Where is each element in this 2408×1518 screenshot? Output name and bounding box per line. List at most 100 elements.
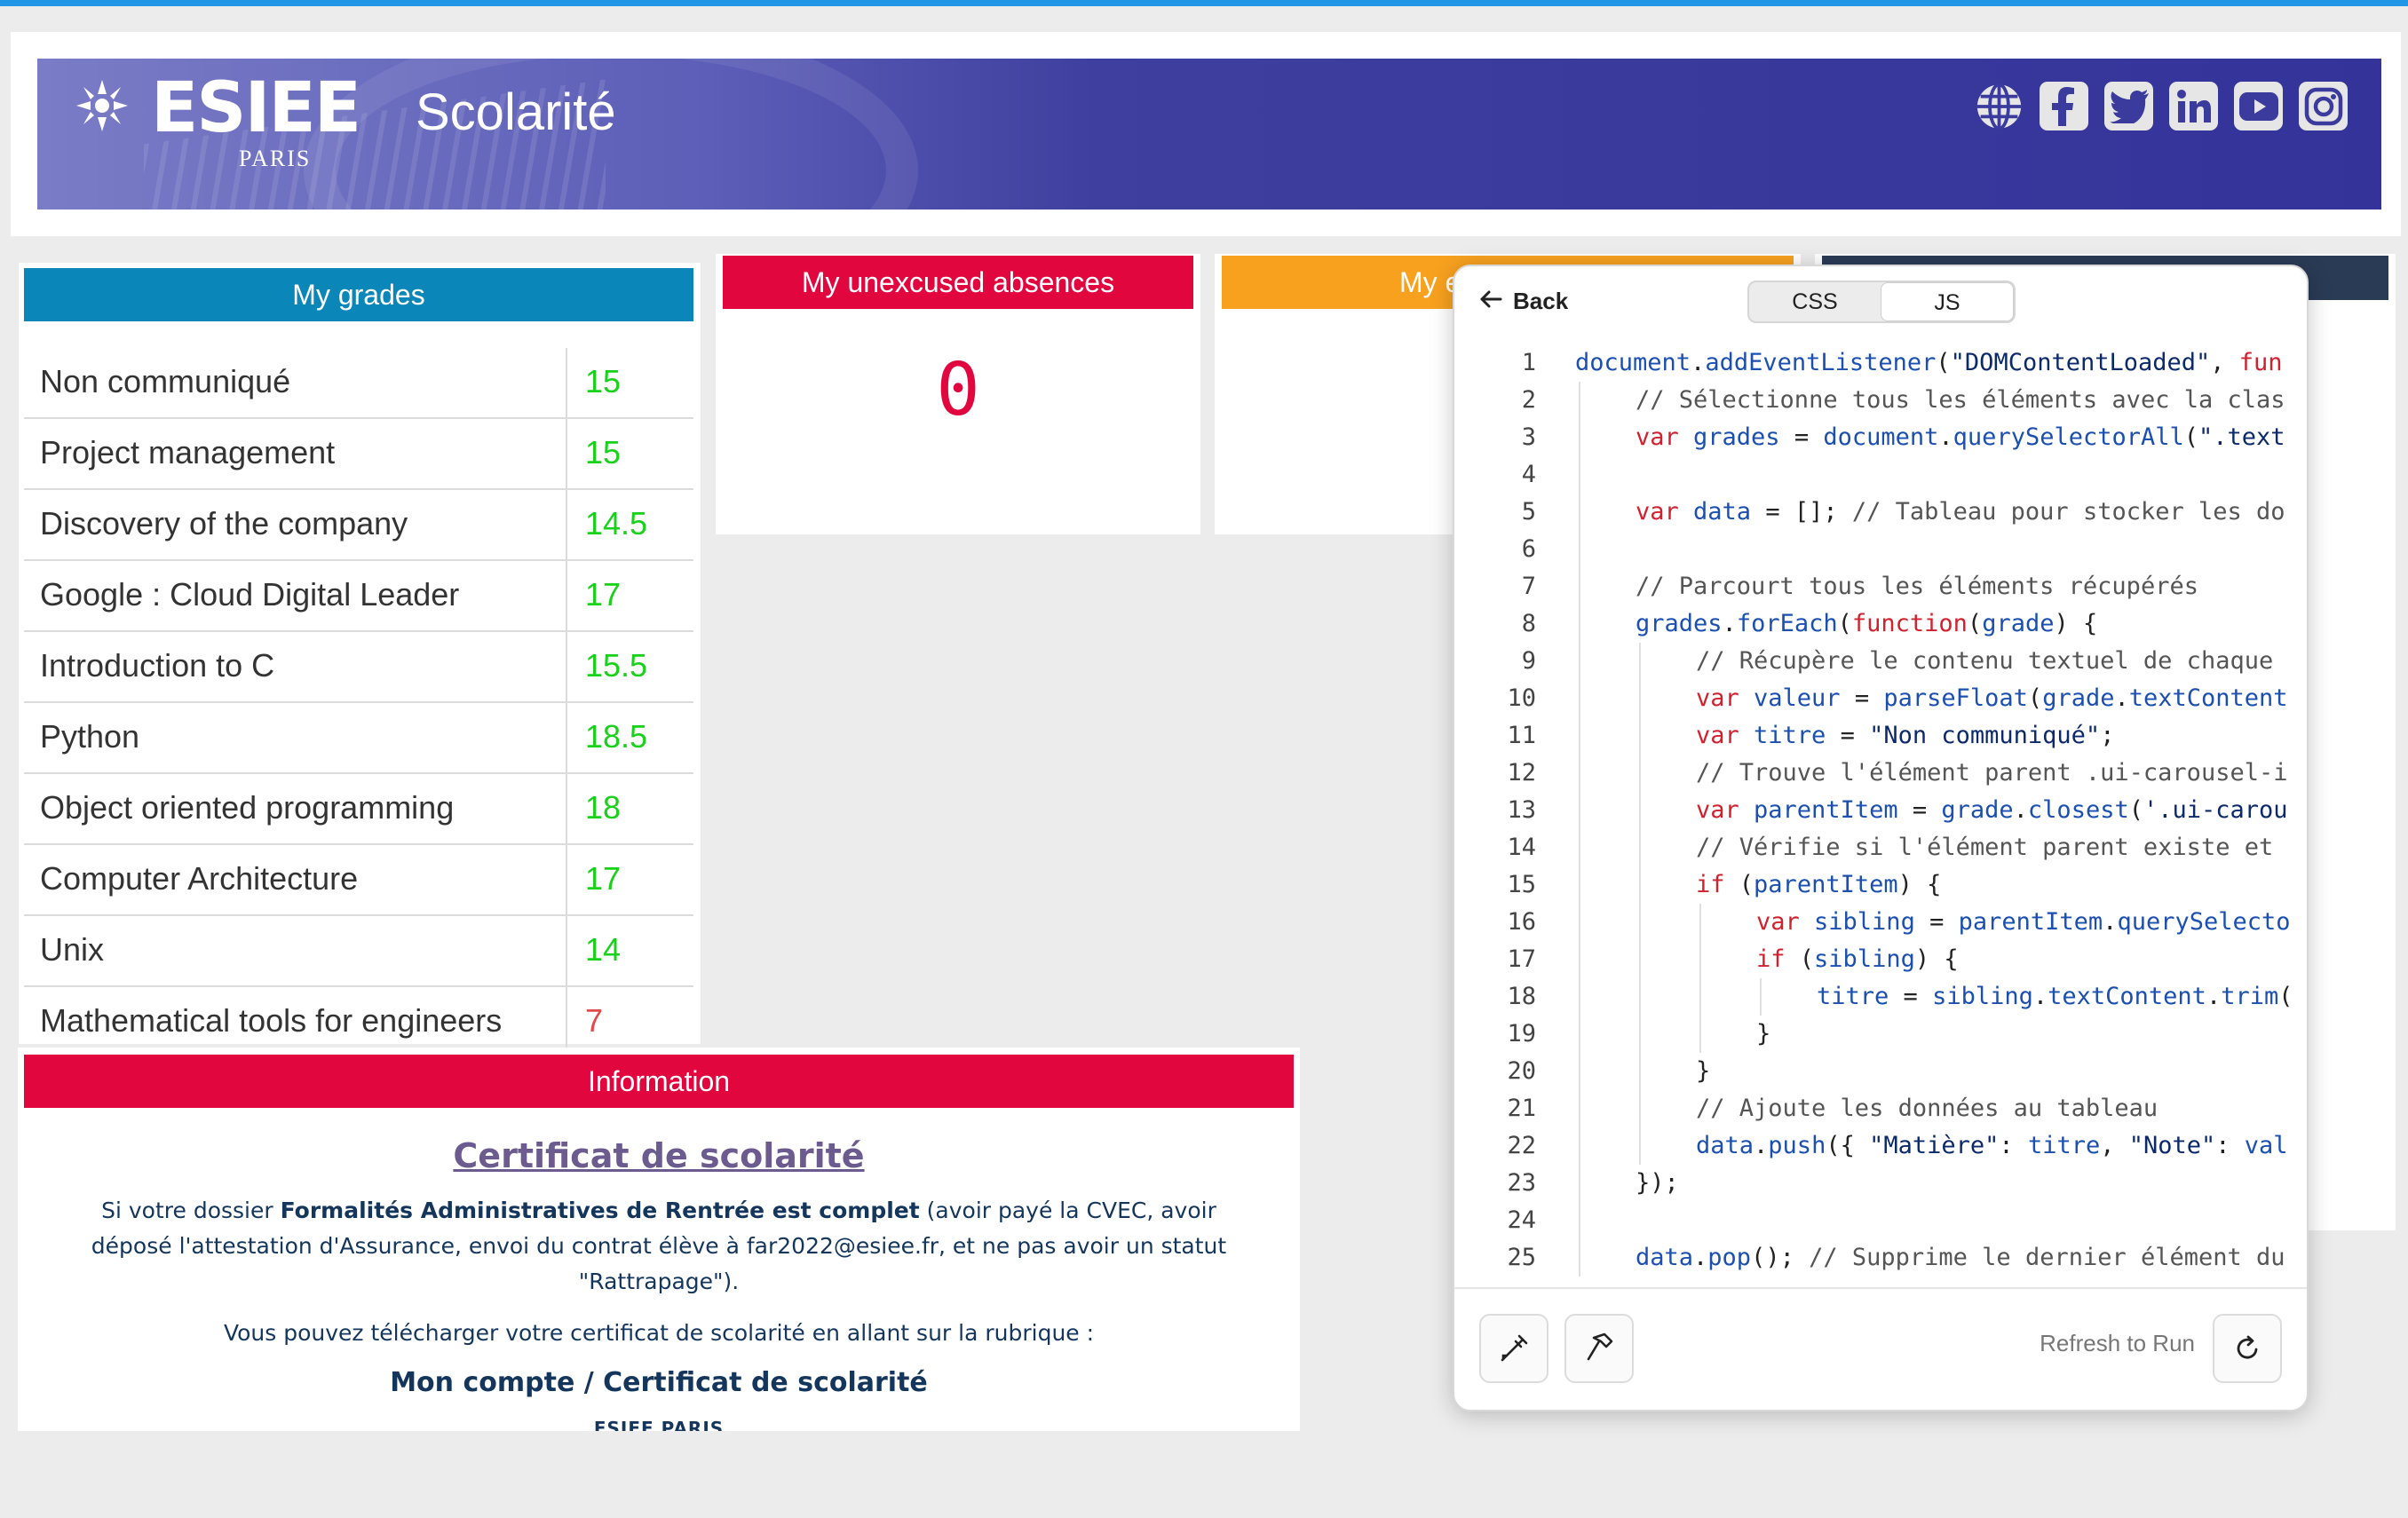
line-number: 8 — [1521, 610, 1536, 637]
code-line: 9 // Récupère le contenu textuel de chaqu… — [1454, 643, 2307, 680]
code-line: 19} — [1454, 1016, 2307, 1053]
information-title: Information — [24, 1055, 1294, 1108]
code-token: ( — [2027, 684, 2043, 712]
tab-js[interactable]: JS — [1881, 282, 2014, 321]
code-token: sibling — [1814, 945, 1915, 973]
code-token: parentItem — [1754, 796, 1898, 824]
grades-title: My grades — [24, 268, 693, 321]
code-token: var — [1636, 498, 1694, 526]
code-token: ( — [1936, 349, 1951, 376]
code-text: var data = []; // Tableau pour stocker l… — [1636, 494, 2285, 531]
indent-guide — [1579, 717, 1580, 755]
code-text: document.addEventListener("DOMContentLoa… — [1575, 344, 2283, 382]
code-line: 4 — [1454, 456, 2307, 494]
code-token: grades — [1693, 423, 1780, 451]
refresh-label: Refresh to Run — [2040, 1330, 2195, 1356]
grade-subject: Mathematical tools for engineers — [24, 987, 567, 1056]
indent-guide — [1639, 1090, 1641, 1127]
code-token: . — [2103, 908, 2118, 936]
code-line: 2 // Sélectionne tous les éléments avec l… — [1454, 382, 2307, 419]
code-token: ( — [2183, 423, 2199, 451]
code-token: parseFloat — [1883, 684, 2028, 712]
indent-guide — [1579, 382, 1580, 419]
code-line: 15 if (parentItem) { — [1454, 866, 2307, 904]
indent-guide — [1579, 531, 1580, 568]
grade-row: Non communiqué 15 — [24, 348, 693, 419]
code-token: data — [1636, 1244, 1694, 1271]
line-number: 15 — [1507, 871, 1536, 898]
grade-value: 17 — [585, 860, 622, 897]
back-button[interactable]: Back — [1479, 286, 1568, 316]
grade-subject: Non communiqué — [24, 348, 567, 417]
code-text: data.push({ "Matière": titre, "Note": va… — [1696, 1127, 2288, 1165]
code-line: 12 // Trouve l'élément parent .ui-carouse… — [1454, 755, 2307, 792]
line-number: 1 — [1521, 349, 1536, 376]
grade-row: Python 18.5 — [24, 703, 693, 774]
code-line: 17 if (sibling) { — [1454, 941, 2307, 978]
code-area[interactable]: 1 document.addEventListener("DOMContentLo… — [1454, 344, 2307, 1277]
globe-icon[interactable] — [1975, 82, 2024, 130]
certificate-link[interactable]: Certificat de scolarité — [18, 1136, 1300, 1175]
linkedin-icon[interactable] — [2169, 82, 2218, 130]
code-token: ) { — [1914, 945, 1959, 973]
code-token: closest — [2027, 796, 2129, 824]
grades-table: Non communiqué 15 Project management 15 Disc… — [24, 348, 693, 1058]
instagram-icon[interactable] — [2299, 82, 2348, 130]
arrow-left-icon — [1479, 286, 1502, 316]
code-token: // Trouve l'élément parent .ui-carousel-… — [1696, 759, 2288, 787]
grade-subject: Computer Architecture — [24, 845, 567, 914]
grade-value: 18 — [585, 789, 622, 826]
absences-count: 0 — [936, 348, 980, 432]
code-token: . — [2206, 983, 2222, 1010]
code-token: = — [1826, 722, 1870, 749]
indent-guide — [1639, 866, 1641, 904]
code-token: if — [1696, 871, 1739, 898]
logo-name: ESIEE — [151, 68, 361, 148]
code-token: . — [1693, 1244, 1708, 1271]
refresh-button[interactable] — [2213, 1314, 2282, 1383]
hammer-button[interactable] — [1564, 1314, 1634, 1383]
indent-guide — [1639, 941, 1641, 978]
grade-value: 15 — [585, 434, 622, 470]
code-token: "Matière" — [1869, 1132, 2000, 1159]
code-token: data — [1696, 1132, 1755, 1159]
information-paragraph: Si votre dossier Formalités Administrati… — [18, 1193, 1300, 1300]
grade-row: Object oriented programming 18 — [24, 774, 693, 845]
code-token: if — [1756, 945, 1800, 973]
information-instructions: Vous pouvez télécharger votre certificat… — [223, 1320, 1095, 1346]
organization-name: ESIEE PARIS — [593, 1418, 725, 1431]
code-line: 6 — [1454, 531, 2307, 568]
indent-guide — [1639, 829, 1641, 866]
youtube-icon[interactable] — [2234, 82, 2283, 130]
eyedropper-button[interactable] — [1479, 1314, 1549, 1383]
code-line: 11 var titre = "Non communiqué"; — [1454, 717, 2307, 755]
code-editor-panel: Back CSS JS 1 document.addEventListener("… — [1453, 265, 2309, 1411]
code-token: querySelectorAll — [1953, 423, 2184, 451]
indent-guide — [1639, 680, 1641, 717]
facebook-icon[interactable] — [2040, 82, 2088, 130]
grade-subject: Discovery of the company — [24, 490, 567, 559]
top-accent-line — [0, 0, 2408, 6]
code-text: // Trouve l'élément parent .ui-carousel-… — [1696, 755, 2287, 792]
line-number: 6 — [1521, 535, 1536, 563]
code-token: ({ — [1826, 1132, 1870, 1159]
grade-row: Introduction to C 15.5 — [24, 632, 693, 703]
code-token: "Non communiqué" — [1869, 722, 2101, 749]
code-text: var titre = "Non communiqué"; — [1696, 717, 2114, 755]
esiee-logo-mark-icon — [76, 80, 128, 131]
refresh-icon — [2237, 1335, 2258, 1359]
indent-guide — [1639, 792, 1641, 829]
tab-css[interactable]: CSS — [1749, 282, 1881, 321]
line-number: 9 — [1521, 647, 1536, 675]
code-line: 25 data.pop(); // Supprime le dernier élé… — [1454, 1239, 2307, 1277]
code-token: "Note" — [2128, 1132, 2216, 1159]
code-token: titre — [2027, 1132, 2101, 1159]
code-token: . — [2032, 983, 2048, 1010]
line-number: 7 — [1521, 573, 1536, 600]
code-token: . — [2013, 796, 2028, 824]
line-number: 14 — [1507, 834, 1536, 861]
twitter-icon[interactable] — [2104, 82, 2153, 130]
code-token: }); — [1636, 1169, 1679, 1197]
indent-guide — [1579, 829, 1580, 866]
code-token: document — [1823, 423, 1939, 451]
